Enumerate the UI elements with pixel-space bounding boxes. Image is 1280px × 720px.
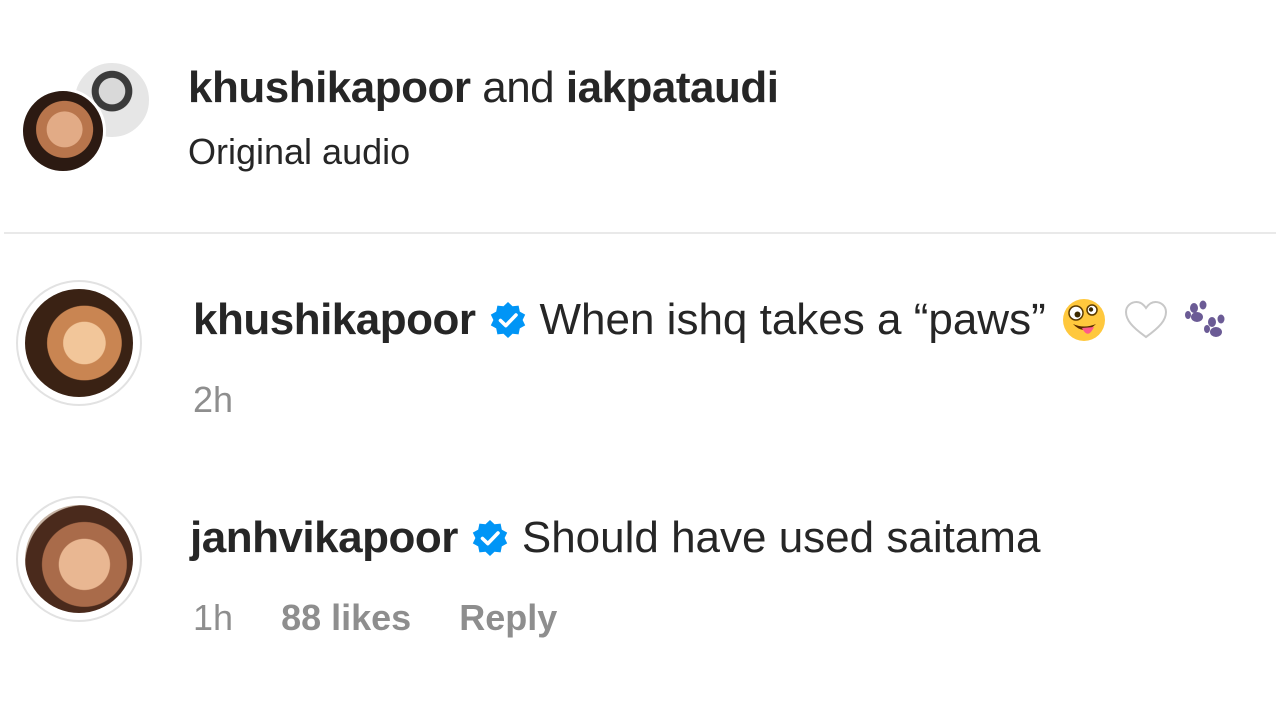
zany-face-emoji-icon (1062, 299, 1105, 341)
header-divider (4, 232, 1276, 234)
comment-text: When ishq takes a “paws” (539, 295, 1046, 344)
verified-badge-icon (490, 302, 525, 338)
reply-button[interactable]: Reply (459, 597, 557, 638)
avatar[interactable] (16, 496, 142, 622)
comment-username[interactable]: khushikapoor (193, 294, 476, 346)
audio-link[interactable]: Original audio (188, 130, 410, 174)
comment-item: khushikapoor When ishq takes a “paws” 2h (0, 278, 1280, 420)
avatar-image (25, 505, 133, 613)
author-conjunction: and (482, 63, 555, 112)
paw-prints-emoji-icon (1184, 300, 1225, 337)
comment-body: janhvikapoor Should have used saitama (190, 512, 1040, 564)
comment-time[interactable]: 1h (193, 597, 233, 638)
verified-badge-icon (472, 520, 508, 556)
collab-avatars[interactable] (20, 58, 152, 176)
author-link-khushikapoor[interactable]: khushikapoor (188, 63, 471, 112)
avatar-image (25, 289, 133, 397)
comment-username[interactable]: janhvikapoor (190, 512, 458, 564)
comment-time[interactable]: 2h (193, 379, 233, 420)
author-link-iakpataudi[interactable]: iakpataudi (566, 63, 779, 112)
avatar-khushikapoor[interactable] (20, 88, 106, 174)
comment-text: Should have used saitama (521, 513, 1041, 562)
white-heart-emoji-icon (1124, 300, 1167, 339)
avatar[interactable] (16, 280, 142, 406)
comment-meta: 1h 88 likes Reply (193, 596, 595, 640)
post-header: khushikapoor and iakpataudi Original aud… (0, 0, 1280, 232)
collab-authors: khushikapoor and iakpataudi (188, 62, 779, 114)
reel-comments-panel: khushikapoor and iakpataudi Original aud… (0, 0, 1280, 720)
comment-body: khushikapoor When ishq takes a “paws” (193, 294, 1230, 346)
comment-meta: 2h (193, 378, 271, 422)
comment-item: janhvikapoor Should have used saitama 1h… (0, 494, 1280, 644)
likes-count[interactable]: 88 likes (281, 597, 411, 638)
